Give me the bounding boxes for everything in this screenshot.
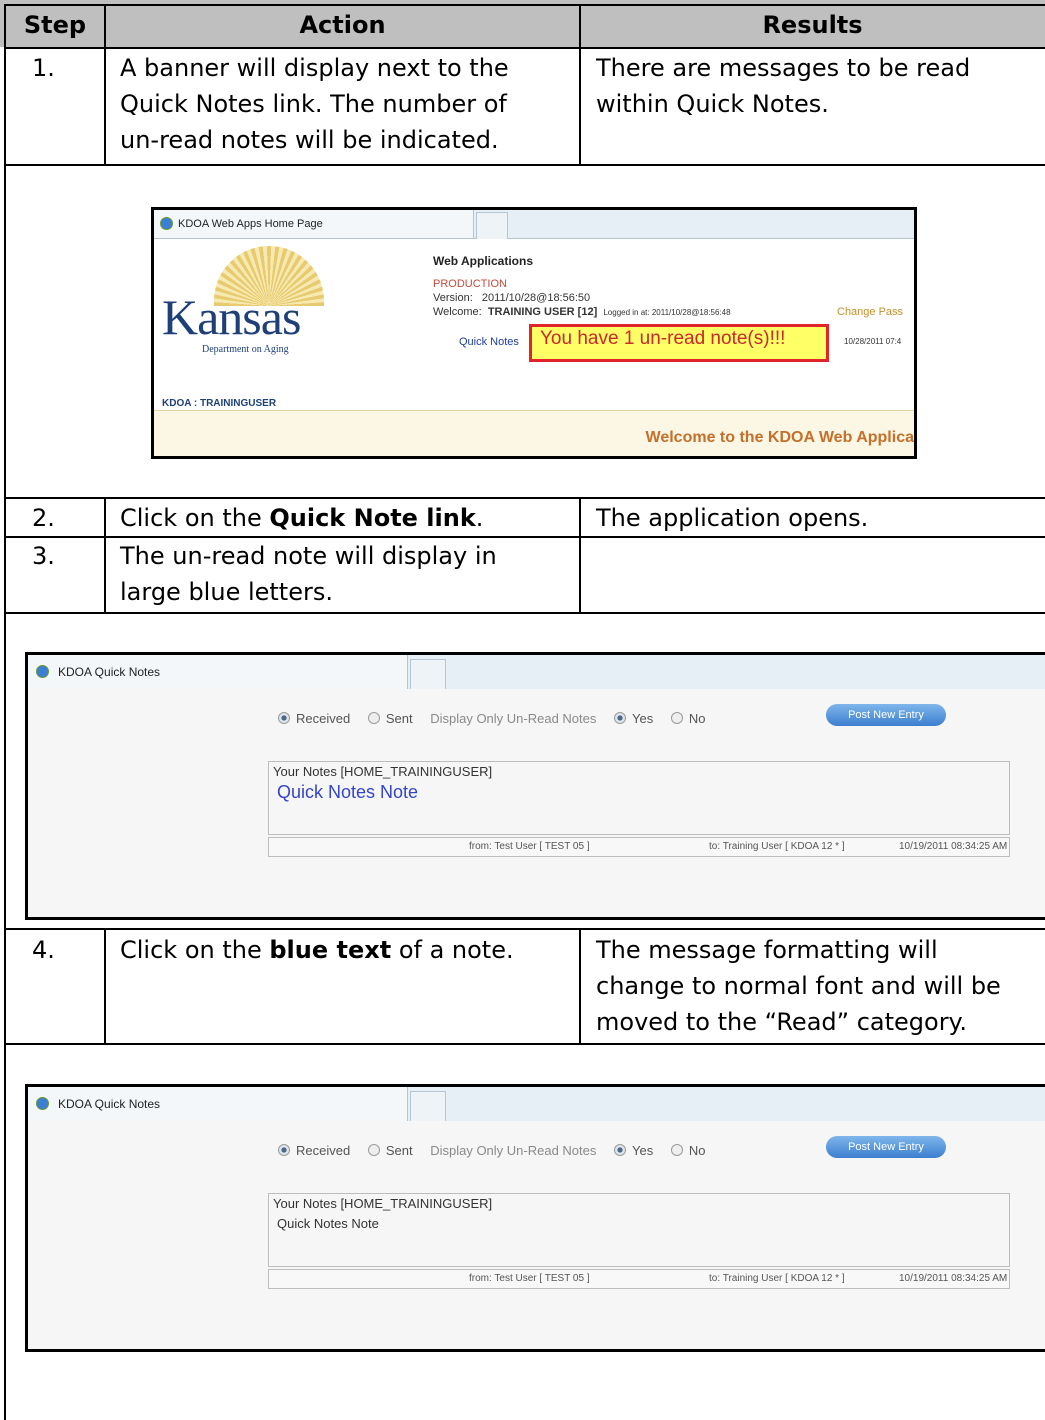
tab-title: KDOA Quick Notes xyxy=(58,1097,161,1111)
note-footer: from: Test User [ TEST 05 ] to: Training… xyxy=(268,837,1010,857)
note-to: to: Training User [ KDOA 12 * ] xyxy=(709,841,845,852)
result-line: The application opens. xyxy=(596,504,869,532)
action-line: un-read notes will be indicated. xyxy=(120,126,499,154)
step-number: 3. xyxy=(32,542,55,570)
action-line: The un-read note will display in xyxy=(120,542,497,570)
instruction-table: Step Action Results 1. A banner will dis… xyxy=(0,0,1045,1420)
kdoa-home-screenshot: KDOA Web Apps Home Page Kansas Departmen… xyxy=(151,207,917,459)
browser-tab: KDOA Quick Notes xyxy=(28,1087,408,1121)
version-line: Version: 2011/10/28@18:56:50 xyxy=(433,292,591,304)
sent-radio[interactable] xyxy=(367,1144,380,1156)
result-line: moved to the “Read” category. xyxy=(596,1008,967,1036)
notes-header: Your Notes [HOME_TRAININGUSER] xyxy=(273,1196,493,1211)
header-step: Step xyxy=(23,11,87,39)
quick-notes-body: Received Sent Display Only Un-Read Notes… xyxy=(28,1121,1045,1349)
ie-globe-icon xyxy=(36,1097,49,1110)
browser-tab: KDOA Web Apps Home Page xyxy=(154,210,474,238)
step-number: 1. xyxy=(32,54,55,82)
result-line: The message formatting will xyxy=(596,936,938,964)
welcome-banner: Welcome to the KDOA Web Applica xyxy=(645,429,914,446)
note-timestamp: 10/19/2011 08:34:25 AM xyxy=(899,1273,1008,1284)
browser-tabbar: KDOA Quick Notes xyxy=(28,655,1045,690)
browser-tab: KDOA Quick Notes xyxy=(28,655,408,689)
browser-tabbar: KDOA Quick Notes xyxy=(28,1087,1045,1122)
quick-notes-read-screenshot: KDOA Quick Notes Received Sent Display O… xyxy=(25,1084,1045,1352)
received-radio[interactable] xyxy=(278,712,290,724)
result-line: There are messages to be read xyxy=(596,54,971,82)
new-tab xyxy=(476,212,508,239)
result-line: within Quick Notes. xyxy=(596,90,829,118)
kansas-logo-text: Kansas xyxy=(162,289,301,345)
header-results: Results xyxy=(762,11,863,39)
ie-globe-icon xyxy=(36,665,49,678)
quick-notes-link[interactable]: Quick Notes xyxy=(459,336,519,348)
no-radio[interactable] xyxy=(670,1144,683,1156)
filter-row: Received Sent Display Only Un-Read Notes… xyxy=(278,711,719,726)
note-from: from: Test User [ TEST 05 ] xyxy=(469,1273,590,1284)
unread-notes-banner[interactable]: You have 1 un-read note(s)!!! xyxy=(540,328,785,350)
action-line: Quick Notes link. The number of xyxy=(120,90,507,118)
notes-box: Your Notes [HOME_TRAININGUSER] Quick Not… xyxy=(268,761,1010,835)
note-to: to: Training User [ KDOA 12 * ] xyxy=(709,1273,845,1284)
read-note-link[interactable]: Quick Notes Note xyxy=(277,1216,379,1231)
quick-notes-body: Received Sent Display Only Un-Read Notes… xyxy=(28,689,1045,917)
step-number: 2. xyxy=(32,504,55,532)
action-line: A banner will display next to the xyxy=(120,54,509,82)
app-title: Web Applications xyxy=(433,254,534,268)
notes-box: Your Notes [HOME_TRAININGUSER] Quick Not… xyxy=(268,1193,1010,1267)
ie-globe-icon xyxy=(160,217,173,230)
change-password-link[interactable]: Change Pass xyxy=(837,306,903,318)
yes-radio[interactable] xyxy=(614,712,627,724)
filter-row: Received Sent Display Only Un-Read Notes… xyxy=(278,1143,719,1158)
action-line: Click on the Quick Note link. xyxy=(120,504,484,532)
tab-title: KDOA Web Apps Home Page xyxy=(178,218,323,230)
unread-note-link[interactable]: Quick Notes Note xyxy=(277,782,418,803)
yes-radio[interactable] xyxy=(614,1144,627,1156)
new-tab xyxy=(410,1091,446,1122)
note-timestamp: 10/19/2011 08:34:25 AM xyxy=(899,841,1008,852)
quick-notes-unread-screenshot: KDOA Quick Notes Received Sent Display O… xyxy=(25,652,1045,920)
post-new-entry-button[interactable]: Post New Entry xyxy=(826,704,946,726)
action-line: Click on the blue text of a note. xyxy=(120,936,514,964)
environment-label: PRODUCTION xyxy=(433,278,507,290)
browser-tabbar: KDOA Web Apps Home Page xyxy=(154,210,914,239)
no-radio[interactable] xyxy=(670,712,683,724)
note-footer: from: Test User [ TEST 05 ] to: Training… xyxy=(268,1269,1010,1289)
tab-title: KDOA Quick Notes xyxy=(58,665,161,679)
kansas-logo-subtext: Department on Aging xyxy=(202,344,289,355)
post-new-entry-button[interactable]: Post New Entry xyxy=(826,1136,946,1158)
action-line: large blue letters. xyxy=(120,578,333,606)
header-action: Action xyxy=(299,11,386,39)
step-number: 4. xyxy=(32,936,55,964)
received-radio[interactable] xyxy=(278,1144,290,1156)
result-line: change to normal font and will be xyxy=(596,972,1001,1000)
new-tab xyxy=(410,659,446,690)
sent-radio[interactable] xyxy=(367,712,380,724)
user-line: KDOA : TRAININGUSER xyxy=(162,398,277,409)
note-from: from: Test User [ TEST 05 ] xyxy=(469,841,590,852)
date-time: 10/28/2011 07:4 xyxy=(844,337,902,346)
welcome-line: Welcome: TRAINING USER [12] Logged in at… xyxy=(433,306,731,318)
notes-header: Your Notes [HOME_TRAININGUSER] xyxy=(273,764,493,779)
